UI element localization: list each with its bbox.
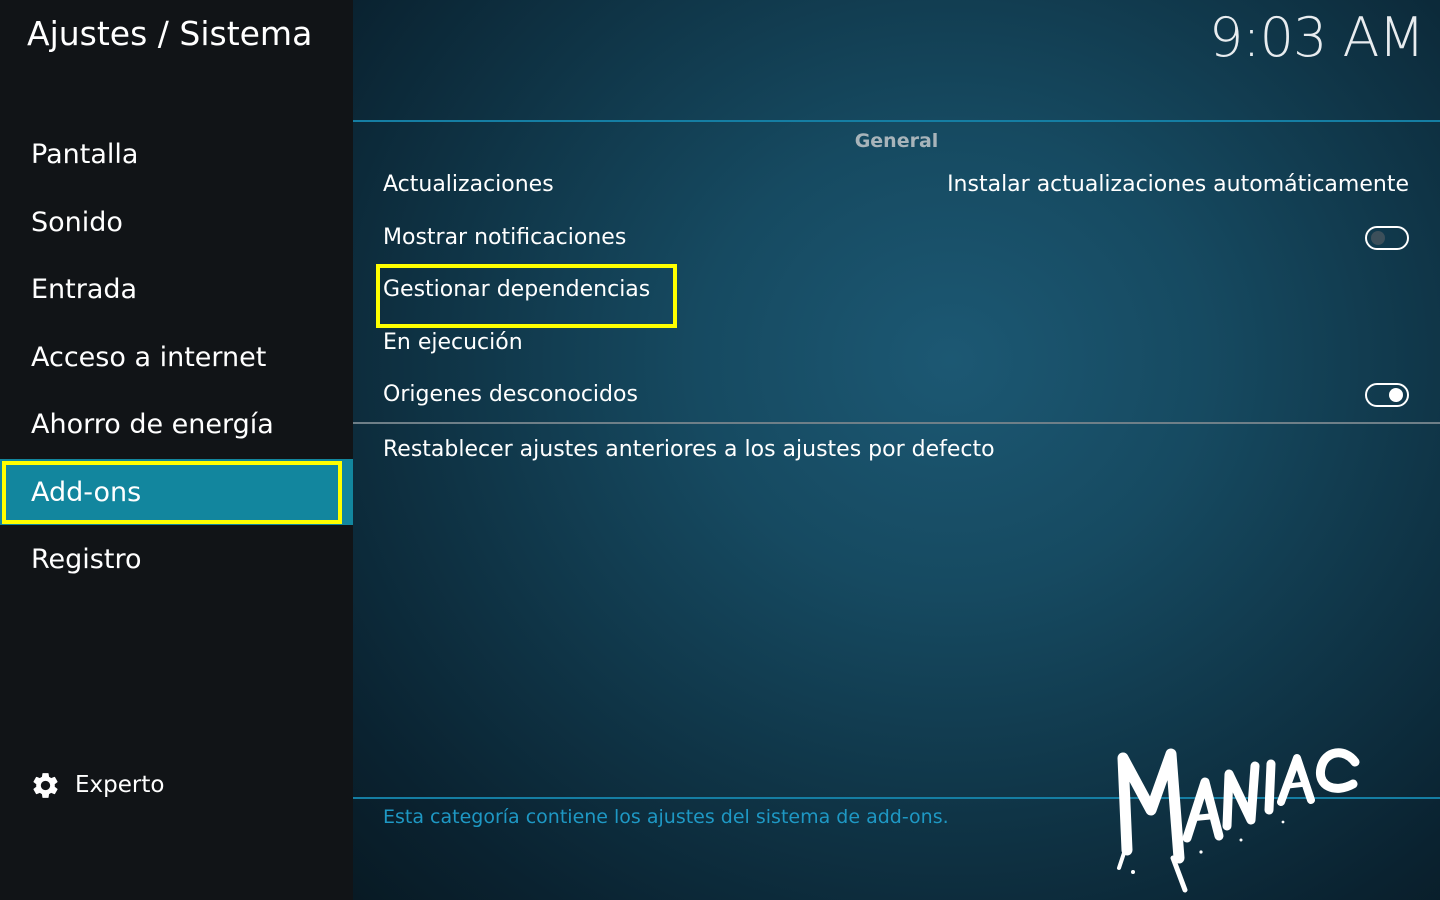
sidebar-item-acceso-internet[interactable]: Acceso a internet [0, 324, 353, 390]
category-description: Esta categoría contiene los ajustes del … [383, 806, 949, 828]
sidebar-item-entrada[interactable]: Entrada [0, 256, 353, 322]
clock: 9:03 AM [1209, 6, 1425, 69]
toggle-knob [1389, 388, 1403, 402]
page-title: Ajustes / Sistema [27, 14, 313, 53]
sidebar-item-ahorro-energia[interactable]: Ahorro de energía [0, 391, 353, 457]
gear-icon [33, 772, 58, 798]
settings-level-label: Experto [75, 772, 165, 798]
notifications-toggle[interactable] [1365, 226, 1409, 250]
setting-mostrar-notificaciones[interactable]: Mostrar notificaciones [383, 225, 626, 250]
section-divider [353, 422, 1440, 424]
reset-settings-button[interactable]: Restablecer ajustes anteriores a los aju… [383, 437, 995, 462]
setting-en-ejecucion[interactable]: En ejecución [383, 330, 523, 355]
setting-actualizaciones-value: Instalar actualizaciones automáticamente [947, 172, 1409, 197]
sidebar-item-sonido[interactable]: Sonido [0, 189, 353, 255]
maniac-logo [1117, 748, 1360, 893]
settings-level-button[interactable]: Experto [30, 768, 164, 802]
sidebar-item-registro[interactable]: Registro [0, 526, 353, 592]
setting-origenes-desconocidos[interactable]: Origenes desconocidos [383, 382, 638, 407]
toggle-knob [1371, 231, 1385, 245]
setting-gestionar-dependencias[interactable]: Gestionar dependencias [383, 277, 650, 302]
section-header-general: General [854, 130, 939, 152]
unknown-sources-toggle[interactable] [1365, 383, 1409, 407]
sidebar-item-pantalla[interactable]: Pantalla [0, 121, 353, 187]
header-divider [353, 120, 1440, 122]
setting-actualizaciones[interactable]: Actualizaciones [383, 172, 554, 197]
sidebar-item-addons[interactable]: Add-ons [0, 459, 353, 525]
